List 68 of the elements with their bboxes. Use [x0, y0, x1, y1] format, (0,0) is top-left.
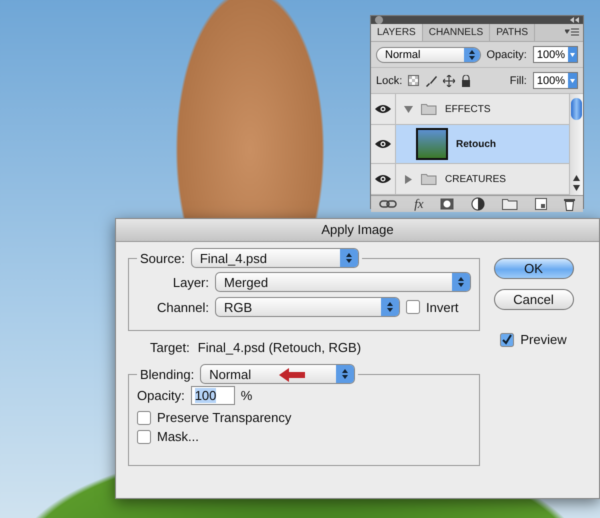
fill-label: Fill: [510, 74, 527, 86]
preview-label: Preview [520, 332, 567, 347]
menu-icon[interactable] [565, 28, 579, 36]
layer-name: CREATURES [445, 174, 506, 184]
stepper-icon [340, 249, 358, 267]
dialog-title: Apply Image [116, 219, 599, 242]
trash-icon[interactable] [564, 198, 575, 210]
layer-thumbnail [416, 128, 448, 160]
opacity-field[interactable]: 100 [190, 386, 235, 405]
layer-label: Layer: [172, 274, 209, 290]
stepper-icon [381, 298, 399, 316]
folder-icon [421, 173, 437, 185]
source-label: Source: [140, 250, 185, 266]
target-label: Target: [150, 340, 190, 355]
option-checkbox[interactable] [137, 410, 151, 424]
channel-dropdown[interactable]: RGB [215, 297, 400, 317]
layer-style-button[interactable]: fx [414, 196, 424, 212]
percent-label: % [240, 388, 252, 403]
dialog-button[interactable]: OK [494, 258, 574, 279]
panel-tab[interactable]: PATHS [490, 24, 536, 41]
stepper-icon [336, 365, 354, 383]
panel-tab[interactable]: CHANNELS [422, 24, 490, 41]
layer-dropdown[interactable]: Merged [215, 272, 471, 292]
invert-label: Invert [426, 300, 459, 314]
fill-field[interactable]: 100% [532, 72, 578, 89]
opacity-label: Opacity: [486, 48, 527, 60]
adjustment-icon[interactable] [471, 197, 486, 211]
lock-icon[interactable] [461, 74, 472, 86]
stepper-icon [452, 273, 470, 291]
layer-name: EFFECTS [445, 104, 491, 114]
disclosure-triangle-icon[interactable] [404, 104, 413, 114]
scrollbar[interactable] [569, 94, 583, 195]
disclosure-triangle-icon[interactable] [404, 174, 413, 184]
new-layer-icon[interactable] [534, 198, 547, 210]
stepper-icon [464, 48, 480, 62]
target-value: Final_4.psd (Retouch, RGB) [198, 340, 362, 355]
scroll-down-icon[interactable] [573, 185, 580, 191]
channel-label: Channel: [156, 300, 209, 314]
preview-checkbox[interactable] [500, 332, 514, 346]
close-icon[interactable] [375, 16, 383, 24]
checker-icon[interactable] [408, 75, 420, 86]
eye-icon[interactable] [375, 174, 391, 184]
move-icon[interactable] [443, 74, 456, 86]
lock-label: Lock: [376, 74, 402, 86]
eye-icon[interactable] [375, 139, 391, 149]
pointer-arrow-icon [279, 368, 305, 382]
layer-row[interactable]: Retouch [371, 125, 569, 164]
blending-label: Blending: [140, 366, 194, 382]
eye-icon[interactable] [375, 104, 391, 114]
source-dropdown[interactable]: Final_4.psd [190, 248, 359, 268]
dialog-button[interactable]: Cancel [494, 289, 574, 310]
folder-icon [421, 103, 437, 115]
mask-icon[interactable] [440, 198, 454, 210]
scroll-thumb[interactable] [571, 98, 582, 120]
blending-dropdown[interactable]: Normal [200, 364, 356, 384]
option-checkbox[interactable] [137, 430, 151, 444]
opacity-field[interactable]: 100% [532, 46, 578, 63]
link-icon[interactable] [379, 199, 398, 209]
brush-icon[interactable] [425, 74, 438, 86]
layer-name: Retouch [456, 138, 496, 150]
scroll-up-icon[interactable] [573, 175, 580, 181]
option-label: Preserve Transparency [157, 410, 292, 425]
blend-mode-dropdown[interactable]: Normal [376, 46, 480, 62]
opacity-label: Opacity: [137, 388, 185, 403]
invert-checkbox[interactable] [406, 300, 420, 314]
option-label: Mask... [157, 429, 199, 444]
folder-icon[interactable] [502, 198, 518, 210]
panel-tab[interactable]: LAYERS [371, 24, 423, 41]
